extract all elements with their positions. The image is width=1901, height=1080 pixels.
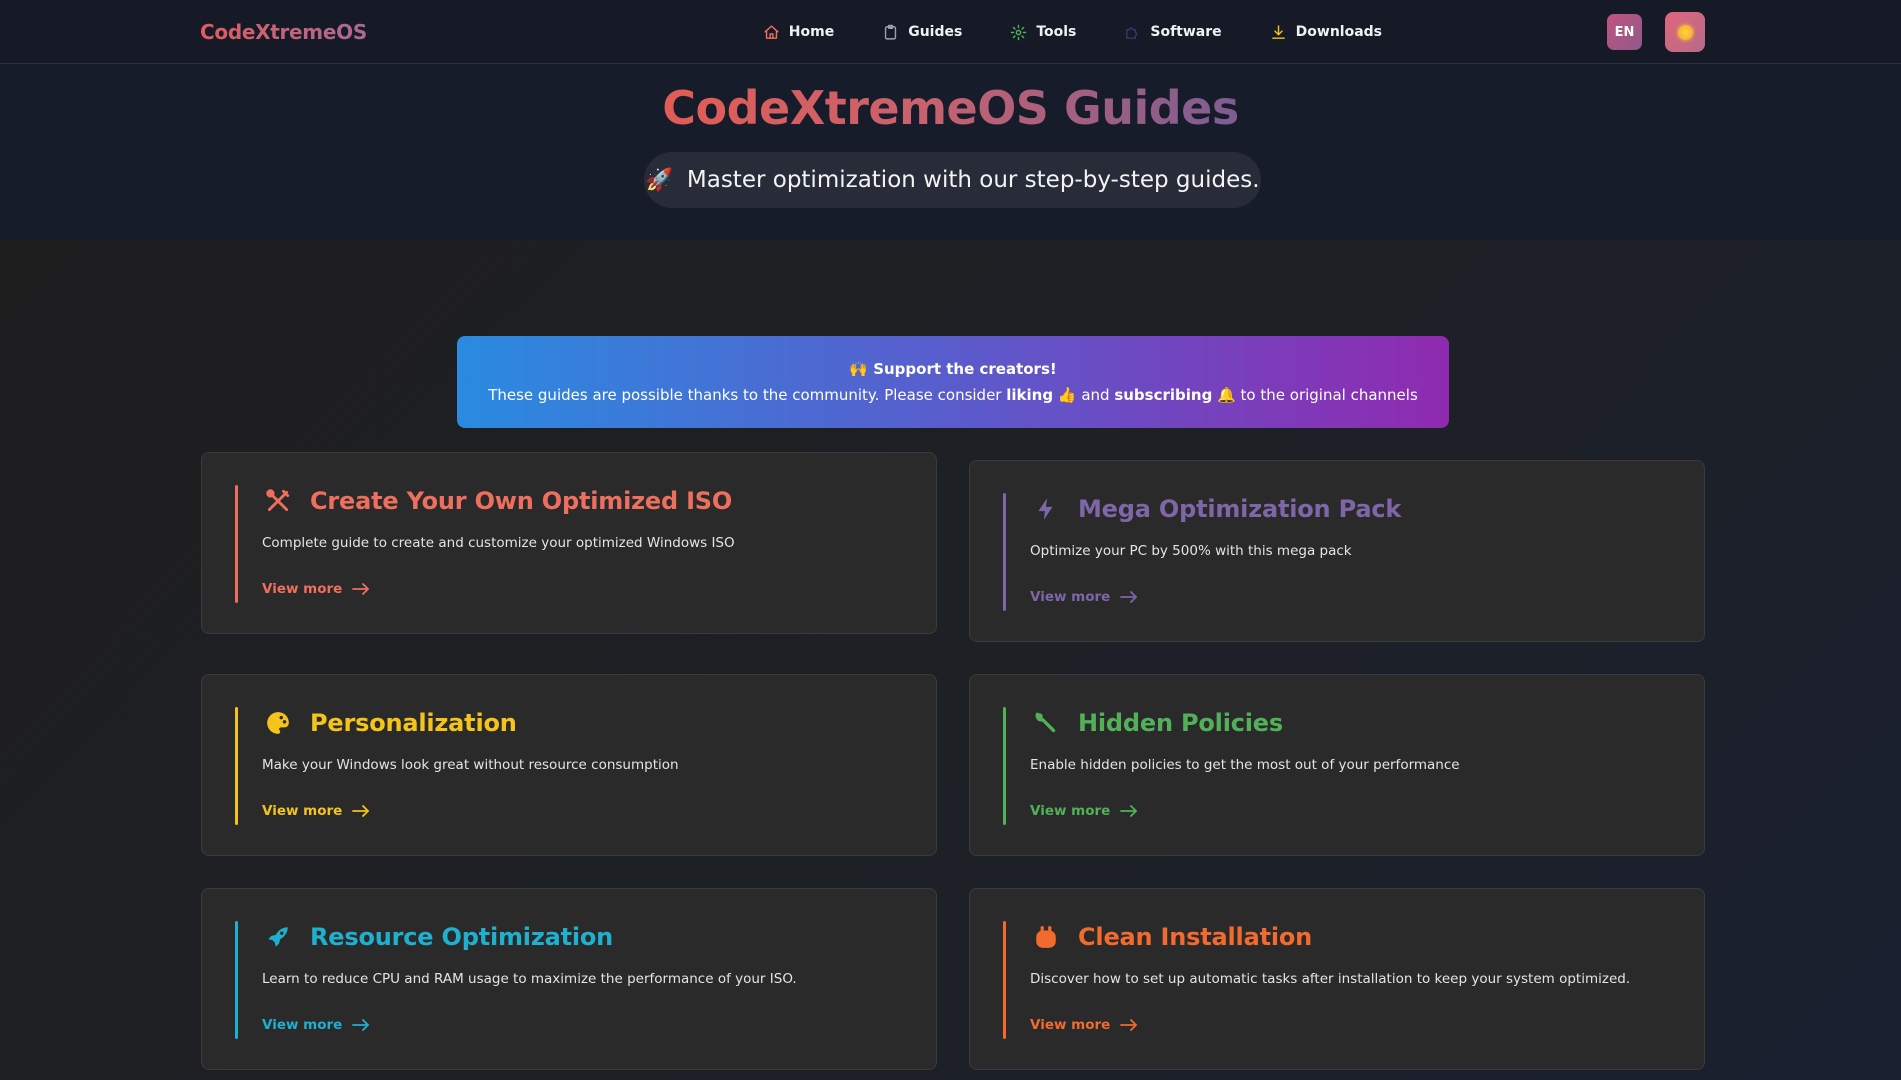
hero-section: CodeXtremeOS Guides 🚀 Master optimizatio…: [0, 65, 1901, 240]
arrow-right-icon: [1120, 805, 1138, 817]
wrench-icon: [1032, 709, 1060, 737]
nav-label-home: Home: [788, 24, 835, 40]
card-accent-bar: [1003, 493, 1006, 611]
card-title: Hidden Policies: [1078, 709, 1283, 737]
card-title: Clean Installation: [1078, 923, 1313, 951]
card-title: Create Your Own Optimized ISO: [310, 487, 733, 515]
card-description: Enable hidden policies to get the most o…: [1030, 757, 1460, 773]
hero-subtitle-pill: 🚀 Master optimization with our step-by-s…: [644, 152, 1261, 208]
rocket-emoji-icon: 🚀: [645, 167, 673, 193]
guide-card-personalization[interactable]: Personalization Make your Windows look g…: [201, 674, 937, 856]
gear-icon: [1011, 24, 1027, 40]
nav-label-software: Software: [1150, 24, 1222, 40]
rocket-icon: [264, 923, 292, 951]
guide-card-mega-pack[interactable]: Mega Optimization Pack Optimize your PC …: [969, 460, 1705, 642]
download-icon: [1271, 24, 1285, 39]
thumbs-up-emoji-icon: 👍: [1057, 386, 1077, 404]
card-title: Resource Optimization: [310, 923, 614, 951]
sun-icon: [1677, 24, 1693, 40]
card-accent-bar: [235, 485, 238, 603]
puzzle-icon: [1126, 27, 1138, 39]
navbar: CodeXtremeOS Home Guides Tools Software …: [0, 0, 1901, 64]
nav-label-tools: Tools: [1036, 24, 1077, 40]
card-description: Learn to reduce CPU and RAM usage to max…: [262, 971, 797, 987]
arrow-right-icon: [352, 805, 370, 817]
arrow-right-icon: [1120, 1019, 1138, 1031]
guide-card-clean-installation[interactable]: Clean Installation Discover how to set u…: [969, 888, 1705, 1070]
robot-icon: [1032, 923, 1060, 951]
palette-icon: [264, 709, 292, 737]
card-accent-bar: [1003, 921, 1006, 1039]
banner-text: These guides are possible thanks to the …: [488, 386, 1418, 404]
support-banner: 🙌 Support the creators! These guides are…: [457, 336, 1449, 428]
raised-hands-emoji-icon: 🙌: [849, 360, 868, 378]
card-accent-bar: [235, 707, 238, 825]
nav-label-downloads: Downloads: [1295, 24, 1382, 40]
view-more-link[interactable]: View more: [262, 581, 370, 597]
lightning-icon: [1032, 495, 1060, 523]
nav-item-home[interactable]: Home: [739, 24, 858, 41]
guide-card-hidden-policies[interactable]: Hidden Policies Enable hidden policies t…: [969, 674, 1705, 856]
subscribing-text: subscribing: [1114, 386, 1213, 404]
guide-card-optimized-iso[interactable]: Create Your Own Optimized ISO Complete g…: [201, 452, 937, 634]
language-button[interactable]: EN: [1607, 14, 1642, 50]
bell-emoji-icon: 🔔: [1217, 386, 1236, 404]
view-more-link[interactable]: View more: [262, 1017, 370, 1033]
theme-toggle-button[interactable]: [1665, 12, 1705, 52]
view-more-link[interactable]: View more: [1030, 1017, 1138, 1033]
liking-text: liking: [1006, 386, 1054, 404]
arrow-right-icon: [352, 1019, 370, 1031]
nav-item-downloads[interactable]: Downloads: [1246, 24, 1406, 41]
card-description: Make your Windows look great without res…: [262, 757, 679, 773]
nav-item-software[interactable]: Software: [1100, 24, 1245, 41]
banner-title: 🙌 Support the creators!: [849, 360, 1057, 378]
card-accent-bar: [1003, 707, 1006, 825]
home-icon: [764, 24, 779, 39]
guide-card-resource-optimization[interactable]: Resource Optimization Learn to reduce CP…: [201, 888, 937, 1070]
view-more-link[interactable]: View more: [1030, 803, 1138, 819]
nav-label-guides: Guides: [908, 24, 963, 40]
arrow-right-icon: [352, 583, 370, 595]
nav-item-tools[interactable]: Tools: [986, 24, 1100, 41]
clipboard-icon: [885, 24, 897, 40]
card-title: Mega Optimization Pack: [1078, 495, 1402, 523]
arrow-right-icon: [1120, 591, 1138, 603]
card-description: Optimize your PC by 500% with this mega …: [1030, 543, 1352, 559]
view-more-link[interactable]: View more: [1030, 589, 1138, 605]
brand-logo[interactable]: CodeXtremeOS: [200, 20, 367, 44]
nav-item-guides[interactable]: Guides: [858, 24, 986, 41]
view-more-link[interactable]: View more: [262, 803, 370, 819]
page-title: CodeXtremeOS Guides: [662, 81, 1239, 135]
card-description: Complete guide to create and customize y…: [262, 535, 735, 551]
hero-subtitle: Master optimization with our step-by-ste…: [686, 167, 1260, 193]
card-description: Discover how to set up automatic tasks a…: [1030, 971, 1631, 987]
card-accent-bar: [235, 921, 238, 1039]
card-title: Personalization: [310, 709, 517, 737]
nav-menu: Home Guides Tools Software Downloads: [739, 0, 1406, 64]
tools-icon: [264, 487, 292, 515]
